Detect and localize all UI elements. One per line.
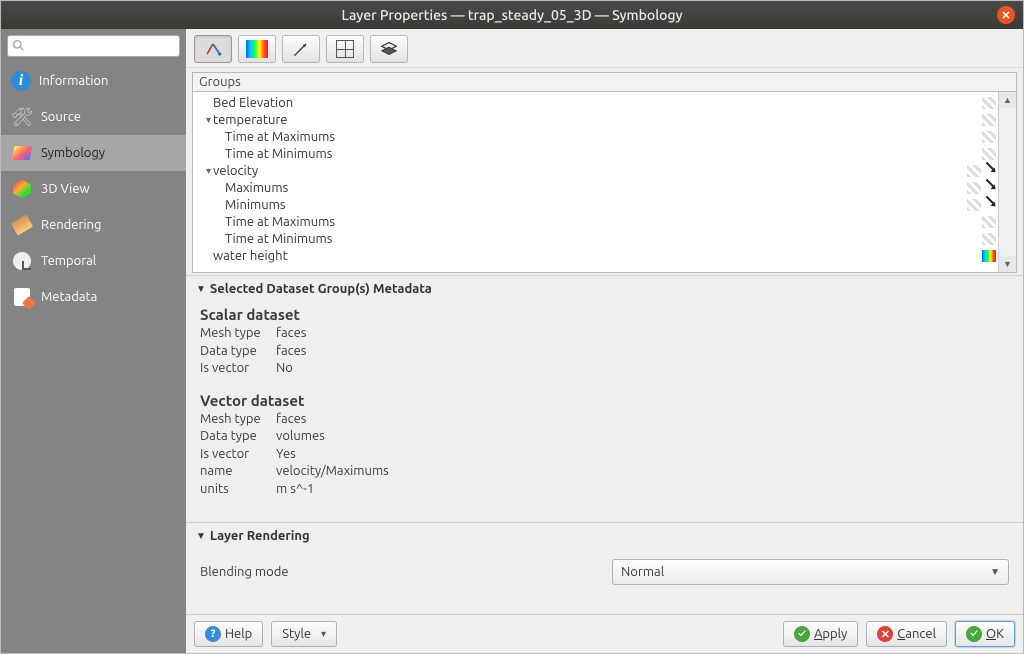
scroll-down-icon[interactable]: ▼ [999,256,1016,272]
sidebar-item-label: Information [39,74,108,88]
clock-icon [11,250,33,272]
tree-item[interactable]: Time at Maximums [197,213,954,230]
tree-item[interactable]: Minimums [197,196,954,213]
tree-item[interactable]: ▾velocity [197,162,954,179]
collapse-icon: ▼ [196,530,206,542]
chevron-down-icon: ▼ [990,566,1000,578]
meta-row: Mesh typefaces [200,411,1009,429]
metadata-section-header[interactable]: ▼ Selected Dataset Group(s) Metadata [186,275,1023,302]
scalar-toggle-icon[interactable] [982,114,996,126]
scalar-toggle-icon[interactable] [982,131,996,143]
meta-row: unitsm s^-1 [200,481,1009,499]
info-icon: i [11,71,31,91]
cancel-button[interactable]: ✕ Cancel [866,621,947,647]
ok-button[interactable]: ✓ OK [955,621,1015,647]
expander-icon[interactable]: ▾ [201,114,213,126]
toolbar-general-button[interactable] [194,35,232,63]
vector-toggle-icon[interactable] [982,199,996,211]
wrench-icon: 🛠 [11,106,33,128]
toolbar-averaging-button[interactable] [370,35,408,63]
groups-panel: Bed Elevation ▾temperature Time at Maxim… [192,91,1017,273]
sidebar-item-label: Metadata [41,290,97,304]
vector-toggle-icon[interactable] [982,182,996,194]
layer-rendering-body: Blending mode Normal ▼ [186,549,1023,605]
scalar-toggle-icon[interactable] [982,216,996,228]
sidebar-item-3dview[interactable]: 3D View [1,171,186,207]
metadata-icon [11,286,33,308]
metadata-section-body: Scalar dataset Mesh typefaces Data typef… [186,302,1023,522]
layer-rendering-header[interactable]: ▼ Layer Rendering [186,522,1023,549]
check-icon: ✓ [794,626,810,642]
tree-item[interactable]: Time at Maximums [197,128,954,145]
sidebar-item-source[interactable]: 🛠 Source [1,99,186,135]
scroll-up-icon[interactable]: ▲ [999,92,1016,108]
scalar-toggle-icon[interactable] [982,233,996,245]
tree-item[interactable]: Bed Elevation [197,94,954,111]
expander-icon[interactable]: ▾ [201,165,213,177]
symbology-toolbar [186,29,1023,68]
section-title: Layer Rendering [210,529,310,543]
style-button[interactable]: Style ▾ [271,621,337,647]
chevron-down-icon: ▾ [321,628,326,640]
window-title: Layer Properties — trap_steady_05_3D — S… [342,7,683,23]
group-swatches [958,92,998,272]
scalar-toggle-icon[interactable] [967,199,981,211]
meta-row: Is vectorNo [200,360,1009,378]
window-close-button[interactable]: ✕ [997,6,1015,24]
brush-icon [11,142,33,164]
tree-item[interactable]: Time at Minimums [197,145,954,162]
scalar-toggle-icon[interactable] [982,148,996,160]
cube-icon [11,178,33,200]
sidebar-search[interactable] [7,35,180,57]
sidebar-item-label: Temporal [41,254,96,268]
sidebar-item-label: Source [41,110,81,124]
scalar-heading: Scalar dataset [200,306,1009,323]
collapse-icon: ▼ [196,283,206,295]
sidebar-item-label: 3D View [41,182,90,196]
dialog-button-bar: ? Help Style ▾ ✓ Apply ✕ Cancel ✓ OK [186,614,1023,653]
section-title: Selected Dataset Group(s) Metadata [210,282,432,296]
titlebar: Layer Properties — trap_steady_05_3D — S… [1,1,1023,29]
search-icon [12,39,24,54]
meta-row: Data typevolumes [200,428,1009,446]
scalar-toggle-icon[interactable] [967,165,981,177]
scalar-toggle-icon[interactable] [982,97,996,109]
tree-item[interactable]: ▾temperature [197,111,954,128]
blending-mode-select[interactable]: Normal ▼ [612,559,1009,585]
paint-icon [11,214,33,236]
sidebar-item-label: Symbology [41,146,105,160]
help-icon: ? [205,626,221,642]
vector-toggle-icon[interactable] [982,165,996,177]
meta-row: Data typefaces [200,343,1009,361]
sidebar-item-rendering[interactable]: Rendering [1,207,186,243]
toolbar-mesh-button[interactable] [326,35,364,63]
search-input[interactable] [26,39,175,53]
cancel-icon: ✕ [877,626,893,642]
meta-row: Is vectorYes [200,446,1009,464]
tree-item[interactable]: Maximums [197,179,954,196]
active-scalar-icon[interactable] [982,250,996,262]
help-button[interactable]: ? Help [194,621,263,647]
meta-row: Mesh typefaces [200,325,1009,343]
toolbar-vectors-button[interactable] [282,35,320,63]
groups-header: Groups [192,72,1017,91]
blending-mode-label: Blending mode [200,565,600,579]
check-icon: ✓ [966,626,982,642]
sidebar-item-symbology[interactable]: Symbology [1,135,186,171]
sidebar-item-temporal[interactable]: Temporal [1,243,186,279]
toolbar-contours-button[interactable] [238,35,276,63]
sidebar-item-information[interactable]: i Information [1,63,186,99]
tree-scrollbar[interactable]: ▲ ▼ [998,92,1016,272]
meta-row: namevelocity/Maximums [200,463,1009,481]
tree-item[interactable]: Time at Minimums [197,230,954,247]
sidebar-item-metadata[interactable]: Metadata [1,279,186,315]
tree-item[interactable]: water height [197,247,954,264]
vector-heading: Vector dataset [200,392,1009,409]
sidebar-item-label: Rendering [41,218,101,232]
select-value: Normal [621,565,664,579]
sidebar: i Information 🛠 Source Symbology 3D View… [1,29,186,653]
groups-tree[interactable]: Bed Elevation ▾temperature Time at Maxim… [193,92,958,272]
scalar-toggle-icon[interactable] [967,182,981,194]
apply-button[interactable]: ✓ Apply [783,621,858,647]
